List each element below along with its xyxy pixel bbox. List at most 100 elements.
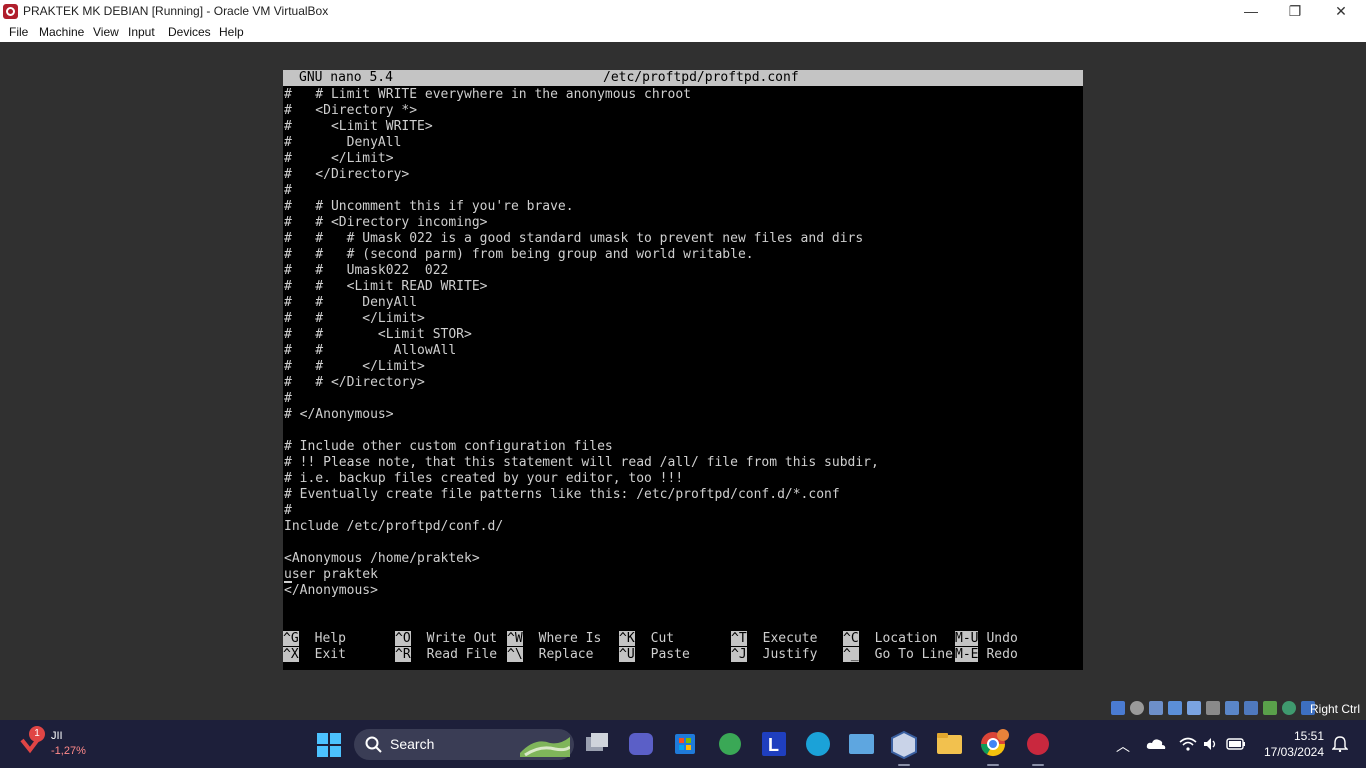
shortcut-read-file: ^R Read File (395, 647, 497, 663)
config-line[interactable]: # </Directory> (284, 167, 409, 183)
menu-view[interactable]: View (93, 25, 119, 39)
config-line[interactable]: # # </Directory> (284, 375, 425, 391)
notifications-icon[interactable] (1332, 736, 1348, 752)
shortcut-label: Paste (650, 647, 690, 662)
shortcut-label: Location (874, 631, 938, 646)
wifi-icon[interactable] (1179, 737, 1197, 751)
control-panel-icon[interactable] (849, 734, 874, 754)
maximize-button[interactable]: ❐ (1272, 0, 1318, 23)
shortcut-redo: M-E Redo (955, 647, 1018, 663)
config-line[interactable]: # # <Limit READ WRITE> (284, 279, 488, 295)
config-line[interactable]: </Anonymous> (284, 583, 378, 599)
config-line[interactable]: # <Limit WRITE> (284, 119, 433, 135)
shortcut-label: Redo (986, 647, 1018, 662)
config-line[interactable]: Include /etc/proftpd/conf.d/ (284, 519, 503, 535)
shared-folders-icon[interactable] (1206, 701, 1220, 715)
shortcut-key: ^J (731, 647, 747, 662)
config-line[interactable]: # <Directory *> (284, 103, 417, 119)
l-app-icon[interactable]: L (762, 732, 786, 756)
window-title: PRAKTEK MK DEBIAN [Running] - Oracle VM … (23, 4, 329, 18)
display-icon[interactable] (1225, 701, 1239, 715)
battery-icon[interactable] (1226, 737, 1246, 751)
nano-header: GNU nano 5.4 /etc/proftpd/proftpd.conf (283, 70, 1083, 86)
chrome-icon[interactable] (981, 729, 1009, 757)
nano-terminal[interactable]: GNU nano 5.4 /etc/proftpd/proftpd.conf #… (283, 70, 1083, 670)
shortcut-label: Exit (314, 647, 346, 662)
config-line[interactable]: # (284, 391, 292, 407)
audio-icon[interactable] (1149, 701, 1163, 715)
config-line[interactable]: <Anonymous /home/praktek> (284, 551, 480, 567)
show-hidden-icons-chevron-icon[interactable]: ︿ (1116, 736, 1130, 756)
config-line[interactable]: # # # Umask 022 is a good standard umask… (284, 231, 863, 247)
search-icon (365, 736, 382, 753)
meet-icon[interactable] (629, 733, 653, 755)
shortcut-key: ^X (283, 647, 299, 662)
config-line[interactable]: # </Limit> (284, 151, 394, 167)
hard-disk-icon[interactable] (1111, 701, 1125, 715)
config-line[interactable]: # (284, 503, 292, 519)
config-line[interactable]: # # </Limit> (284, 359, 425, 375)
config-line[interactable]: # # DenyAll (284, 295, 417, 311)
shortcut-location: ^C Location (843, 631, 937, 647)
config-line[interactable]: # Eventually create file patterns like t… (284, 487, 840, 503)
menu-file[interactable]: File (9, 25, 28, 39)
nano-filename: /etc/proftpd/proftpd.conf (603, 70, 799, 85)
config-line[interactable]: # # # (second parm) from being group and… (284, 247, 754, 263)
menu-devices[interactable]: Devices (168, 25, 211, 39)
optical-drive-icon[interactable] (1130, 701, 1144, 715)
shortcut-write-out: ^O Write Out (395, 631, 497, 647)
network-icon[interactable] (1168, 701, 1182, 715)
stock-change: -1,27% (51, 745, 86, 757)
menu-input[interactable]: Input (128, 25, 155, 39)
shortcut-help: ^G Help (283, 631, 346, 647)
config-line[interactable]: # # </Limit> (284, 311, 425, 327)
shortcut-key: ^_ (843, 647, 859, 662)
config-line[interactable]: user praktek (284, 567, 378, 583)
config-line[interactable]: # # Limit WRITE everywhere in the anonym… (284, 87, 691, 103)
minimize-button[interactable]: — (1228, 0, 1274, 23)
volume-icon[interactable] (1203, 737, 1219, 751)
store-icon[interactable] (675, 734, 695, 754)
clock-date[interactable]: 17/03/2024 (1254, 745, 1324, 759)
search-highlight-image (520, 737, 570, 757)
shortcut-label: Help (314, 631, 346, 646)
start-icon[interactable] (317, 733, 341, 757)
onedrive-icon[interactable] (1146, 737, 1166, 751)
shortcut-key: ^O (395, 631, 411, 646)
config-line[interactable]: # Include other custom configuration fil… (284, 439, 613, 455)
usb-icon[interactable] (1187, 701, 1201, 715)
menu-help[interactable]: Help (219, 25, 244, 39)
debian-app-icon[interactable] (1027, 733, 1049, 755)
config-line[interactable]: # !! Please note, that this statement wi… (284, 455, 879, 471)
close-button[interactable]: ✕ (1318, 0, 1364, 23)
edge-icon[interactable] (806, 732, 830, 756)
cpu-icon[interactable] (1263, 701, 1277, 715)
window-titlebar: PRAKTEK MK DEBIAN [Running] - Oracle VM … (0, 0, 1366, 23)
config-line[interactable]: # i.e. backup files created by your edit… (284, 471, 683, 487)
menu-machine[interactable]: Machine (39, 25, 84, 39)
config-line[interactable]: # </Anonymous> (284, 407, 394, 423)
config-line[interactable]: # # <Limit STOR> (284, 327, 472, 343)
recording-icon[interactable] (1244, 701, 1258, 715)
clock-time[interactable]: 15:51 (1260, 729, 1324, 743)
file-explorer-icon[interactable] (937, 733, 962, 754)
config-line[interactable]: # # AllowAll (284, 343, 456, 359)
config-line[interactable]: # DenyAll (284, 135, 401, 151)
menu-bar: File Machine View Input Devices Help (0, 23, 1366, 42)
mouse-integration-icon[interactable] (1282, 701, 1296, 715)
config-line[interactable]: # # <Directory incoming> (284, 215, 488, 231)
text-cursor (284, 567, 292, 583)
taskbar-search[interactable]: Search (354, 729, 574, 760)
globe-app-icon[interactable] (719, 733, 741, 755)
shortcut-label: Cut (650, 631, 675, 646)
shortcut-key: ^G (283, 631, 299, 646)
task-view-icon[interactable] (586, 733, 608, 751)
config-line[interactable]: # # Uncomment this if you're brave. (284, 199, 574, 215)
virtualbox-taskbar-icon[interactable] (891, 730, 917, 760)
shortcut-key: M-E (955, 647, 979, 662)
config-line[interactable]: # # Umask022 022 (284, 263, 448, 279)
svg-text:L: L (768, 735, 779, 755)
config-line[interactable]: # (284, 183, 292, 199)
shortcut-paste: ^U Paste (619, 647, 690, 663)
shortcut-label: Replace (538, 647, 594, 662)
